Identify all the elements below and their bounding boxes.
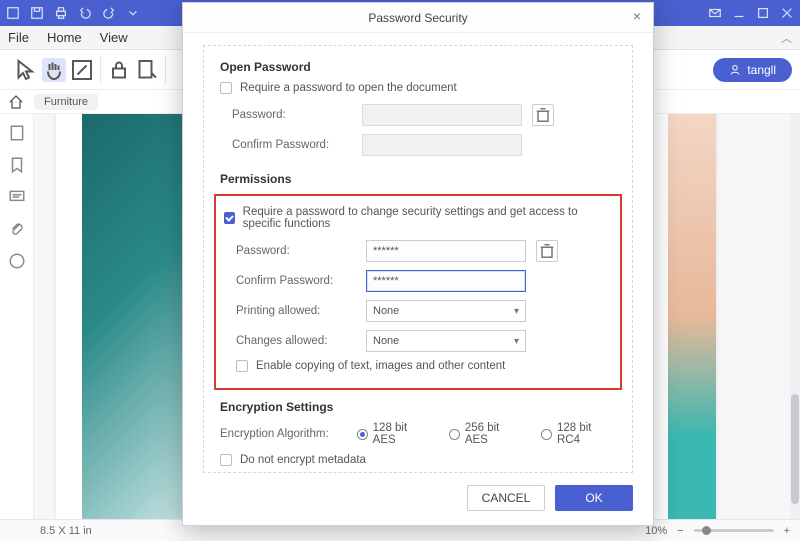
- password-security-dialog: Password Security × Open Password Requir…: [182, 2, 654, 526]
- perm-password-clear-button[interactable]: [536, 240, 558, 262]
- require-permissions-password-label: Require a password to change security se…: [243, 206, 612, 230]
- permissions-highlight-box: Require a password to change security se…: [214, 194, 622, 390]
- menu-file[interactable]: File: [8, 30, 29, 45]
- aes256-label: 256 bit AES: [465, 422, 523, 446]
- aes128-radio[interactable]: [357, 429, 368, 440]
- undo-icon[interactable]: [78, 6, 92, 20]
- save-icon[interactable]: [30, 6, 44, 20]
- open-confirm-password-label: Confirm Password:: [232, 139, 362, 151]
- permissions-section-title: Permissions: [220, 172, 616, 186]
- rc4-radio[interactable]: [541, 429, 552, 440]
- home-icon[interactable]: [8, 94, 24, 110]
- edit-tool-icon[interactable]: [70, 58, 94, 82]
- open-password-clear-button[interactable]: [532, 104, 554, 126]
- menubar-collapse-icon[interactable]: ︿: [781, 30, 792, 46]
- page-size-label: 8.5 X 11 in: [10, 525, 92, 537]
- minimize-icon[interactable]: [732, 6, 746, 20]
- printing-allowed-value: None: [373, 305, 399, 317]
- encryption-algorithm-label: Encryption Algorithm:: [220, 428, 357, 440]
- open-password-input: [362, 104, 522, 126]
- menu-view[interactable]: View: [100, 30, 128, 45]
- require-open-password-checkbox[interactable]: [220, 82, 232, 94]
- redo-icon[interactable]: [102, 6, 116, 20]
- page-image-right: [668, 114, 716, 519]
- rc4-label: 128 bit RC4: [557, 422, 616, 446]
- bookmarks-icon[interactable]: [8, 156, 26, 174]
- dialog-footer: CANCEL OK: [183, 481, 653, 525]
- scrollbar-thumb[interactable]: [791, 394, 799, 504]
- menu-home[interactable]: Home: [47, 30, 82, 45]
- lock-icon[interactable]: [107, 58, 131, 82]
- breadcrumb-item[interactable]: Furniture: [34, 94, 98, 110]
- zoom-out-button[interactable]: −: [677, 525, 683, 537]
- scrollbar-track[interactable]: [790, 114, 800, 519]
- enable-copying-checkbox[interactable]: [236, 360, 248, 372]
- user-pill[interactable]: tangll: [713, 58, 792, 82]
- open-password-section-title: Open Password: [220, 60, 616, 74]
- cancel-button[interactable]: CANCEL: [467, 485, 545, 511]
- perm-password-input[interactable]: [366, 240, 526, 262]
- hand-tool-icon[interactable]: [42, 58, 66, 82]
- perm-confirm-password-input[interactable]: [366, 270, 526, 292]
- zoom-in-button[interactable]: +: [784, 525, 790, 537]
- left-rail: [0, 114, 34, 519]
- changes-allowed-select[interactable]: None ▾: [366, 330, 526, 352]
- aes128-label: 128 bit AES: [373, 422, 431, 446]
- comments-icon[interactable]: [8, 188, 26, 206]
- enable-copying-label: Enable copying of text, images and other…: [256, 360, 505, 372]
- ok-button[interactable]: OK: [555, 485, 633, 511]
- perm-confirm-password-label: Confirm Password:: [236, 275, 366, 287]
- zoom-slider[interactable]: [694, 529, 774, 532]
- chevron-down-icon: ▾: [514, 336, 519, 347]
- changes-allowed-value: None: [373, 335, 399, 347]
- aes256-radio[interactable]: [449, 429, 460, 440]
- thumbnails-icon[interactable]: [8, 124, 26, 142]
- encryption-section-title: Encryption Settings: [220, 400, 616, 414]
- select-tool-icon[interactable]: [14, 58, 38, 82]
- chat-icon[interactable]: [8, 252, 26, 270]
- zoom-value: 10%: [645, 525, 667, 537]
- open-confirm-password-input: [362, 134, 522, 156]
- dialog-close-button[interactable]: ×: [629, 9, 645, 25]
- printing-allowed-label: Printing allowed:: [236, 305, 366, 317]
- dialog-title: Password Security ×: [183, 3, 653, 33]
- attachments-icon[interactable]: [8, 220, 26, 238]
- user-name: tangll: [747, 63, 776, 77]
- print-icon[interactable]: [54, 6, 68, 20]
- require-open-password-label: Require a password to open the document: [240, 82, 457, 94]
- changes-allowed-label: Changes allowed:: [236, 335, 366, 347]
- perm-password-label: Password:: [236, 245, 366, 257]
- printing-allowed-select[interactable]: None ▾: [366, 300, 526, 322]
- require-permissions-password-checkbox[interactable]: [224, 212, 235, 224]
- do-not-encrypt-metadata-checkbox[interactable]: [220, 454, 232, 466]
- sign-icon[interactable]: [135, 58, 159, 82]
- do-not-encrypt-metadata-label: Do not encrypt metadata: [240, 454, 366, 466]
- open-password-label: Password:: [232, 109, 362, 121]
- app-logo-icon: [6, 6, 20, 20]
- mail-icon[interactable]: [708, 6, 722, 20]
- chevron-down-icon: ▾: [514, 306, 519, 317]
- maximize-icon[interactable]: [756, 6, 770, 20]
- dropdown-icon[interactable]: [126, 6, 140, 20]
- dialog-title-text: Password Security: [368, 11, 467, 25]
- close-icon[interactable]: [780, 6, 794, 20]
